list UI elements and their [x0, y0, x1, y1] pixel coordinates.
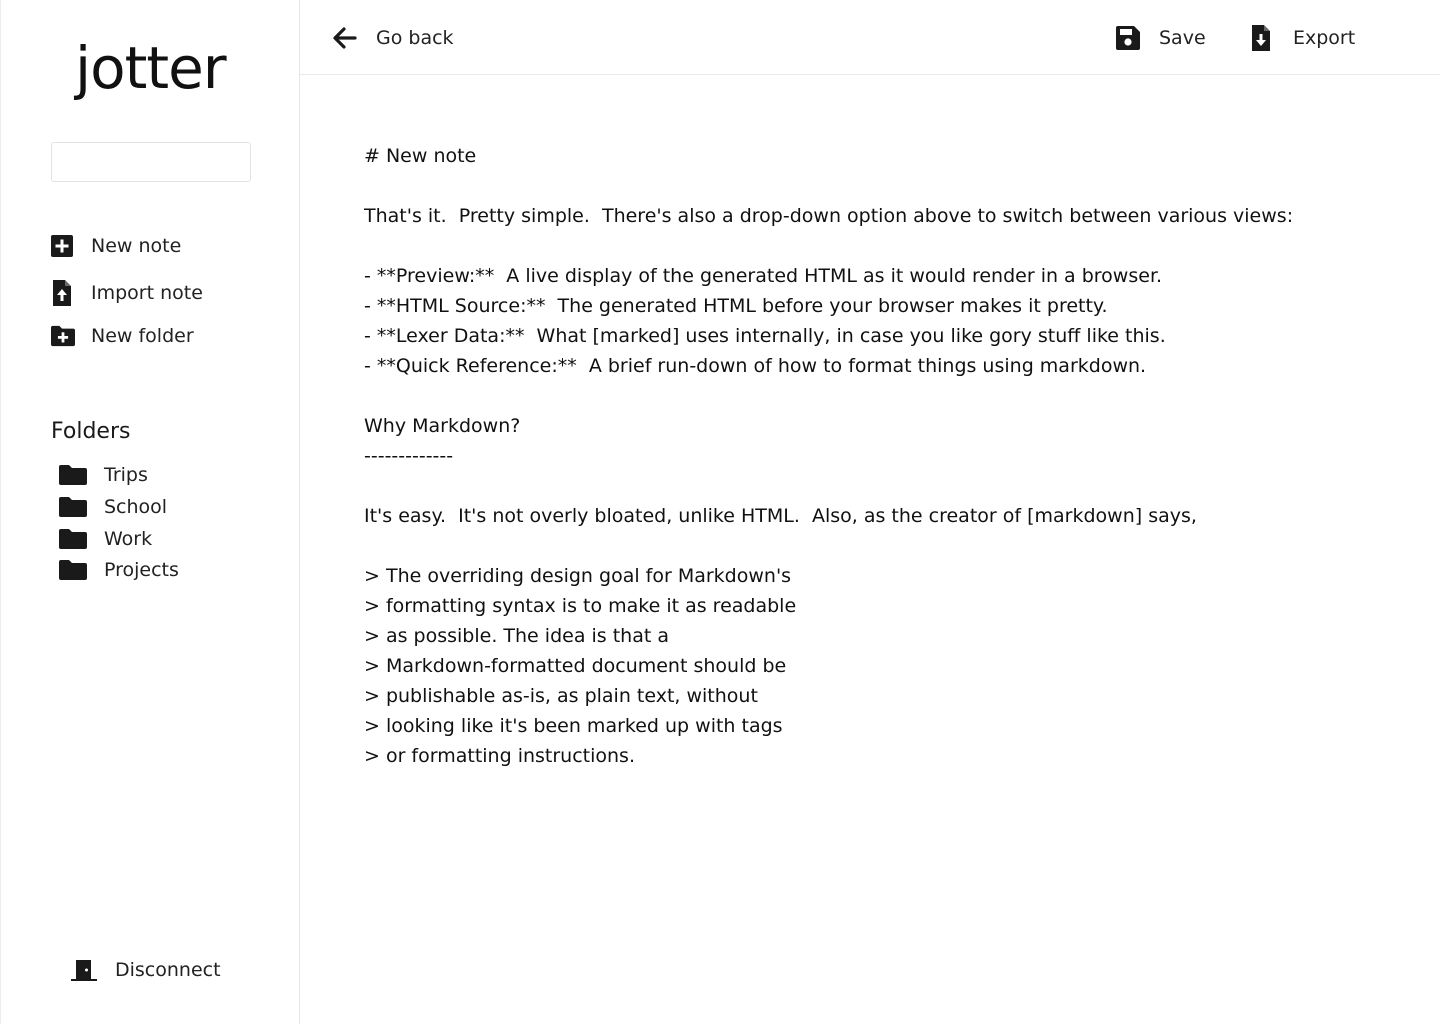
folder-label: School: [104, 496, 168, 518]
new-note-label: New note: [91, 235, 182, 257]
folders-heading: Folders: [51, 419, 131, 444]
app-logo: jotter: [75, 34, 227, 102]
search-input[interactable]: [51, 142, 251, 182]
folder-item-projects[interactable]: Projects: [59, 559, 179, 581]
new-note-button[interactable]: New note: [51, 234, 181, 258]
export-label: Export: [1293, 27, 1356, 49]
disconnect-label: Disconnect: [115, 959, 221, 981]
floppy-disk-icon: [1116, 24, 1142, 52]
disconnect-button[interactable]: Disconnect: [71, 957, 221, 983]
folder-label: Trips: [104, 464, 148, 486]
folder-label: Projects: [104, 559, 179, 581]
folder-item-school[interactable]: School: [59, 496, 167, 518]
new-folder-label: New folder: [91, 325, 194, 347]
export-button[interactable]: Export: [1250, 24, 1355, 52]
arrow-left-icon: [333, 24, 359, 52]
top-toolbar: Go back Save Export: [300, 0, 1440, 75]
folder-icon: [59, 464, 87, 486]
go-back-button[interactable]: Go back: [333, 24, 454, 52]
folder-icon: [59, 559, 87, 581]
file-download-icon: [1250, 24, 1276, 52]
import-note-button[interactable]: Import note: [51, 280, 203, 306]
save-label: Save: [1159, 27, 1206, 49]
save-button[interactable]: Save: [1116, 24, 1206, 52]
go-back-label: Go back: [376, 27, 454, 49]
folder-item-work[interactable]: Work: [59, 528, 152, 550]
folder-label: Work: [104, 528, 153, 550]
folder-icon: [59, 496, 87, 518]
folder-icon: [59, 528, 87, 550]
folder-plus-icon: [51, 324, 75, 348]
sidebar: jotter New note Import note New folder F…: [0, 0, 300, 1024]
folder-item-trips[interactable]: Trips: [59, 464, 148, 486]
note-editor[interactable]: # New note That's it. Pretty simple. The…: [364, 141, 1384, 1001]
new-folder-button[interactable]: New folder: [51, 324, 194, 348]
import-note-label: Import note: [91, 282, 203, 304]
file-upload-icon: [51, 280, 75, 306]
plus-square-icon: [51, 234, 75, 258]
door-exit-icon: [71, 957, 97, 983]
